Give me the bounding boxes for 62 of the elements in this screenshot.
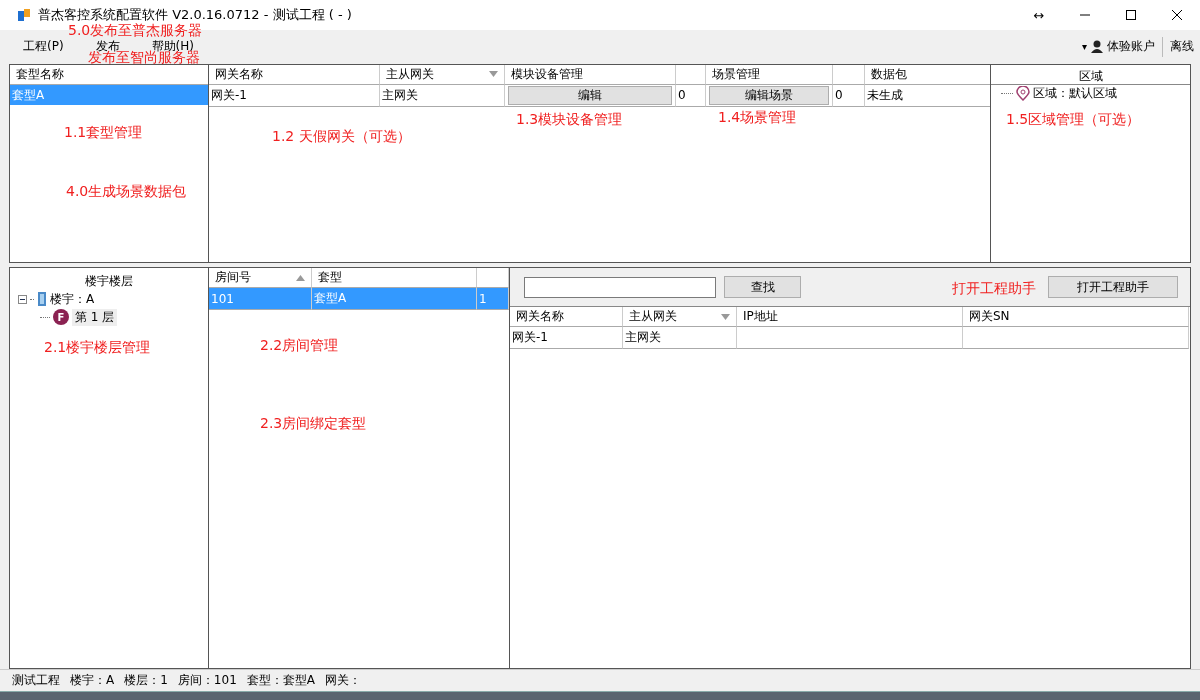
annotation-label: 5.0发布至普杰服务器 xyxy=(68,22,203,40)
column-header: 网关SN xyxy=(963,307,1189,328)
column-header: 套型 xyxy=(312,268,477,289)
tree-item[interactable]: 第 1 层 xyxy=(72,308,118,326)
column-header: 网关名称 xyxy=(510,307,623,328)
app-logo-icon xyxy=(16,7,32,23)
window-title: 普杰客控系统配置软件 V2.0.16.0712 - 测试工程 ( - ) xyxy=(38,6,353,23)
annotation-label: 打开工程助手 xyxy=(952,280,1036,298)
search-button[interactable]: 查找 xyxy=(724,276,801,299)
tree-item[interactable]: 区域：默认区域 xyxy=(1033,85,1117,103)
menu-item[interactable]: 工程(P) xyxy=(14,38,73,56)
close-icon[interactable] xyxy=(1172,10,1182,20)
building-icon xyxy=(37,291,47,308)
edit-scene-button[interactable]: 编辑场景 xyxy=(709,85,829,105)
tree-item[interactable]: 楼宇：A xyxy=(50,290,95,308)
column-header: 模块设备管理 xyxy=(505,64,676,85)
annotation-label: 2.1楼宇楼层管理 xyxy=(44,339,151,357)
status-text: 套型：套型A xyxy=(246,672,315,690)
column-header: 场景管理 xyxy=(706,64,833,85)
panel-title: 楼宇楼层 xyxy=(84,273,134,291)
annotation-label: 1.3模块设备管理 xyxy=(516,111,623,129)
panel-title: 区域 xyxy=(991,64,1190,85)
connection-status: 离线 xyxy=(1170,38,1194,56)
table-cell: 网关-1 xyxy=(510,327,623,350)
column-header: 主从网关 xyxy=(623,307,737,328)
column-header: 网关名称 xyxy=(209,64,380,85)
edit-button[interactable]: 编辑 xyxy=(508,85,672,105)
column-header: IP地址 xyxy=(737,307,963,328)
column-header: 主从网关 xyxy=(380,64,505,85)
annotation-label: 1.4场景管理 xyxy=(718,109,797,127)
annotation-label: 4.0生成场景数据包 xyxy=(66,183,187,201)
table-cell: 网关-1 xyxy=(209,84,380,107)
collapse-icon[interactable] xyxy=(18,294,27,304)
maximize-icon[interactable] xyxy=(1126,10,1136,20)
sort-up-icon xyxy=(296,274,305,281)
table-cell: 主网关 xyxy=(623,327,737,350)
account-name[interactable]: 体验账户 xyxy=(1107,38,1155,56)
dropdown-caret-icon xyxy=(721,313,730,320)
status-text: 网关： xyxy=(325,672,361,690)
user-icon xyxy=(1091,40,1103,54)
table-cell: 0 xyxy=(833,84,865,107)
column-header: 房间号 xyxy=(209,268,312,289)
resize-glyph: ↔ xyxy=(1032,7,1046,23)
floor-badge: F xyxy=(53,309,69,326)
location-pin-icon xyxy=(1016,86,1030,102)
annotation-label: 1.5区域管理（可选） xyxy=(1006,111,1141,129)
annotation-label: 2.2房间管理 xyxy=(260,337,339,355)
dropdown-caret-icon xyxy=(489,71,498,78)
status-text: 房间：101 xyxy=(177,672,237,690)
search-field[interactable] xyxy=(524,276,716,298)
table-cell: 1 xyxy=(477,288,509,311)
status-text: 测试工程 xyxy=(12,672,60,690)
annotation-label: 1.1套型管理 xyxy=(64,124,143,142)
caret-icon: ▾ xyxy=(1081,41,1087,53)
table-cell: 套型A xyxy=(312,288,477,311)
table-cell: 主网关 xyxy=(380,84,505,107)
table-cell: 0 xyxy=(676,84,706,107)
open-assistant-button[interactable]: 打开工程助手 xyxy=(1048,276,1178,299)
annotation-label: 2.3房间绑定套型 xyxy=(260,415,367,433)
status-text: 楼层：1 xyxy=(124,672,168,690)
status-text: 楼宇：A xyxy=(70,672,115,690)
annotation-label: 1.2 天假网关（可选） xyxy=(272,128,411,146)
